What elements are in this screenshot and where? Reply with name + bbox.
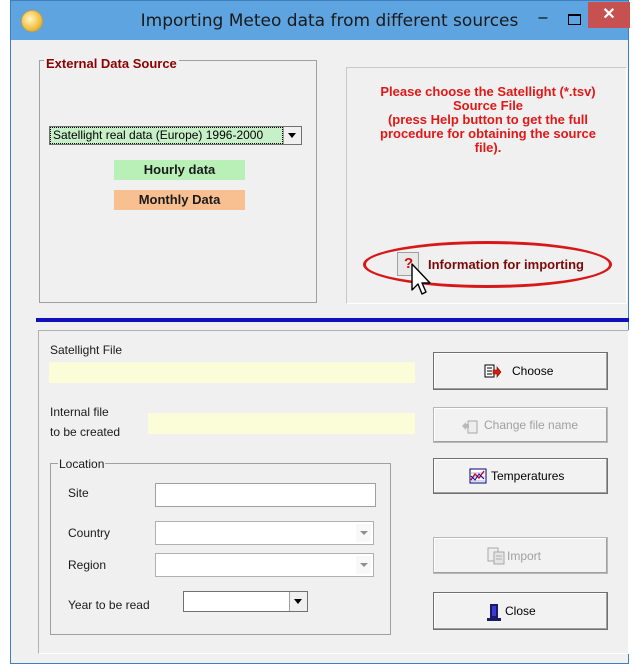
import-label: Import [507, 548, 542, 563]
instruction-line: file). [474, 140, 502, 155]
change-file-name-label: Change file name [484, 418, 579, 432]
internal-file-label: Internal file [50, 405, 109, 419]
satellight-file-field[interactable] [49, 362, 415, 383]
file-arrow-icon [484, 364, 502, 378]
external-source-legend: External Data Source [44, 56, 179, 71]
choose-button[interactable]: Choose [433, 352, 608, 390]
location-legend: Location [58, 457, 106, 471]
chevron-down-icon[interactable] [356, 524, 371, 542]
title-bar[interactable]: Importing Meteo data from different sour… [11, 1, 630, 41]
close-label: Close [505, 604, 536, 618]
minimize-button[interactable]: – [533, 9, 553, 29]
file-rename-icon [462, 420, 478, 434]
instruction-message: Please choose the Satellight (*.tsv) Sou… [355, 85, 621, 155]
site-input[interactable] [155, 483, 376, 507]
satellight-file-label: Satellight File [50, 343, 123, 357]
import-button[interactable]: Import [433, 537, 608, 574]
import-icon [487, 547, 505, 565]
temperatures-button[interactable]: Temperatures [433, 458, 608, 494]
change-file-name-button[interactable]: Change file name [433, 407, 608, 443]
exit-door-icon [487, 604, 501, 621]
choose-label: Choose [512, 364, 554, 378]
external-source-frame [39, 60, 317, 303]
chevron-down-icon[interactable] [356, 556, 371, 574]
instruction-line: Source File [452, 98, 524, 113]
section-divider [36, 318, 629, 322]
temperatures-label: Temperatures [491, 469, 565, 483]
site-label: Site [68, 486, 89, 500]
region-label: Region [68, 558, 107, 572]
mouse-cursor-icon [411, 263, 431, 295]
chevron-down-icon[interactable] [283, 127, 301, 144]
highlight-ellipse [363, 241, 612, 288]
year-label: Year to be read [68, 598, 150, 612]
country-select[interactable] [155, 521, 374, 545]
year-select[interactable] [183, 591, 308, 612]
instruction-line: Please choose the Satellight (*.tsv) [380, 84, 596, 99]
maximize-icon [568, 14, 581, 25]
chart-icon [469, 468, 487, 484]
instruction-line: (press Help button to get the full [387, 112, 589, 127]
region-select[interactable] [155, 553, 374, 577]
chevron-down-icon[interactable] [289, 592, 307, 611]
close-button[interactable]: Close [433, 592, 608, 630]
source-select-value: Satellight real data (Europe) 1996-2000 [50, 127, 283, 144]
country-label: Country [68, 526, 111, 540]
internal-file-label-2: to be created [50, 425, 121, 439]
maximize-button[interactable] [564, 9, 584, 29]
monthly-data-badge: Monthly Data [114, 190, 245, 210]
internal-file-field[interactable] [148, 413, 415, 434]
instruction-line: procedure for obtaining the source [380, 126, 596, 141]
hourly-data-badge: Hourly data [114, 160, 245, 180]
source-select[interactable]: Satellight real data (Europe) 1996-2000 [49, 126, 302, 145]
close-window-button[interactable]: ✕ [588, 2, 630, 28]
